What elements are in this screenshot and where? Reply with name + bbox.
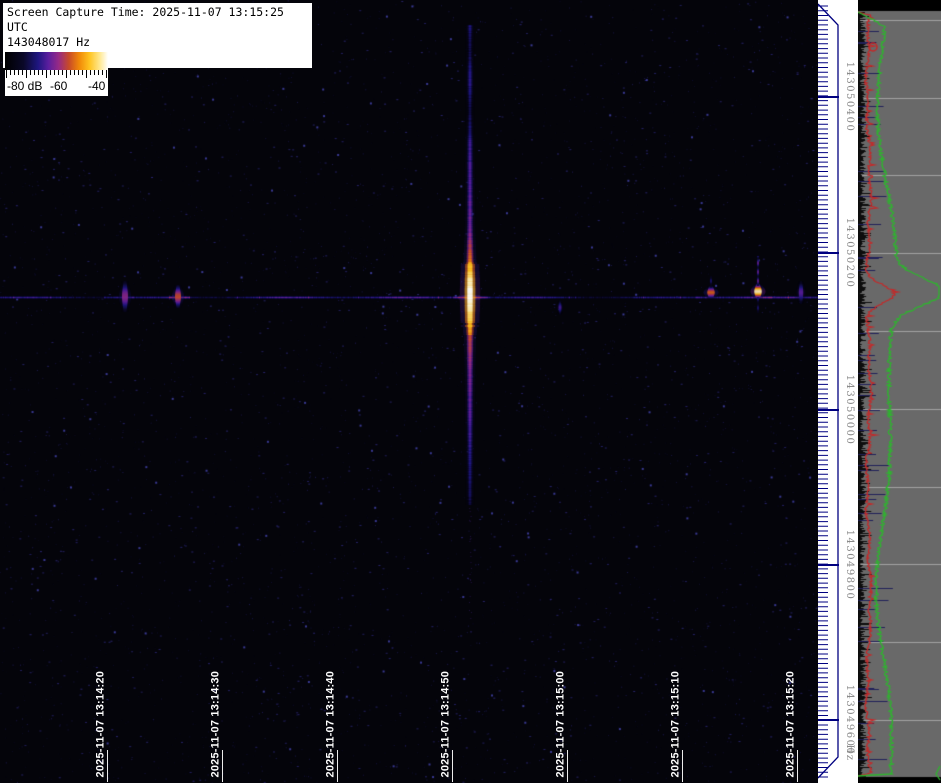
- db-ruler-tick: [26, 70, 27, 78]
- db-ruler-tick: [58, 70, 59, 75]
- db-ruler-tick: [42, 70, 43, 75]
- freq-tick-label: 143050400: [843, 37, 855, 157]
- freq-tick-label: 143050200: [843, 193, 855, 313]
- time-tick-label: 2025-11-07 13:15:10: [670, 658, 683, 778]
- spectrum-panel: [858, 0, 941, 783]
- db-ruler-tick: [98, 70, 99, 75]
- db-ruler-tick: [14, 70, 15, 75]
- db-ruler-tick: [86, 70, 87, 78]
- freq-unit-label: Hz: [843, 693, 855, 783]
- db-ruler-tick: [54, 70, 55, 75]
- waterfall-spectrogram: [0, 0, 818, 783]
- db-label-mid: -60: [50, 79, 67, 93]
- db-ruler-tick: [22, 70, 23, 75]
- db-ruler-tick: [18, 70, 19, 75]
- db-ruler-tick: [30, 70, 31, 75]
- db-scale-labels: -80 dB -60 -40: [5, 79, 108, 96]
- time-tick-label: 2025-11-07 13:14:50: [440, 658, 453, 778]
- db-ruler-tick: [38, 70, 39, 75]
- time-tick-label: 2025-11-07 13:14:30: [210, 658, 223, 778]
- db-label-min: -80 dB: [7, 79, 42, 93]
- db-ruler-tick: [10, 70, 11, 75]
- db-ruler-tick: [106, 70, 107, 78]
- db-ruler-tick: [34, 70, 35, 75]
- db-ruler-tick: [82, 70, 83, 75]
- db-ruler-tick: [94, 70, 95, 75]
- time-tick-mark: [107, 750, 108, 782]
- time-tick-mark: [797, 750, 798, 782]
- db-scale-ruler: [5, 70, 108, 79]
- freq-tick-label: 143050000: [843, 350, 855, 470]
- db-ruler-tick: [102, 70, 103, 75]
- time-tick-label: 2025-11-07 13:15:20: [785, 658, 798, 778]
- freq-tick-label: 143049800: [843, 505, 855, 625]
- db-ruler-tick: [74, 70, 75, 75]
- time-tick-mark: [682, 750, 683, 782]
- db-label-max: -40: [88, 79, 105, 93]
- db-ruler-tick: [46, 70, 47, 78]
- db-ruler-tick: [66, 70, 67, 78]
- time-tick-mark: [567, 750, 568, 782]
- time-tick-mark: [337, 750, 338, 782]
- db-ruler-tick: [50, 70, 51, 75]
- time-tick-label: 2025-11-07 13:14:20: [95, 658, 108, 778]
- db-color-scale: -80 dB -60 -40: [5, 52, 108, 96]
- color-gradient-bar: [5, 52, 108, 70]
- spectrum-lab-window: Screen Capture Time: 2025-11-07 13:15:25…: [0, 0, 941, 783]
- db-ruler-tick: [78, 70, 79, 75]
- center-frequency-text: 143048017 Hz: [7, 35, 308, 50]
- db-ruler-tick: [90, 70, 91, 75]
- db-ruler-tick: [70, 70, 71, 75]
- time-tick-mark: [452, 750, 453, 782]
- time-tick-label: 2025-11-07 13:14:40: [325, 658, 338, 778]
- db-ruler-tick: [6, 70, 7, 78]
- time-tick-label: 2025-11-07 13:15:00: [555, 658, 568, 778]
- db-ruler-tick: [62, 70, 63, 75]
- time-tick-mark: [222, 750, 223, 782]
- capture-time-text: Screen Capture Time: 2025-11-07 13:15:25…: [7, 5, 308, 35]
